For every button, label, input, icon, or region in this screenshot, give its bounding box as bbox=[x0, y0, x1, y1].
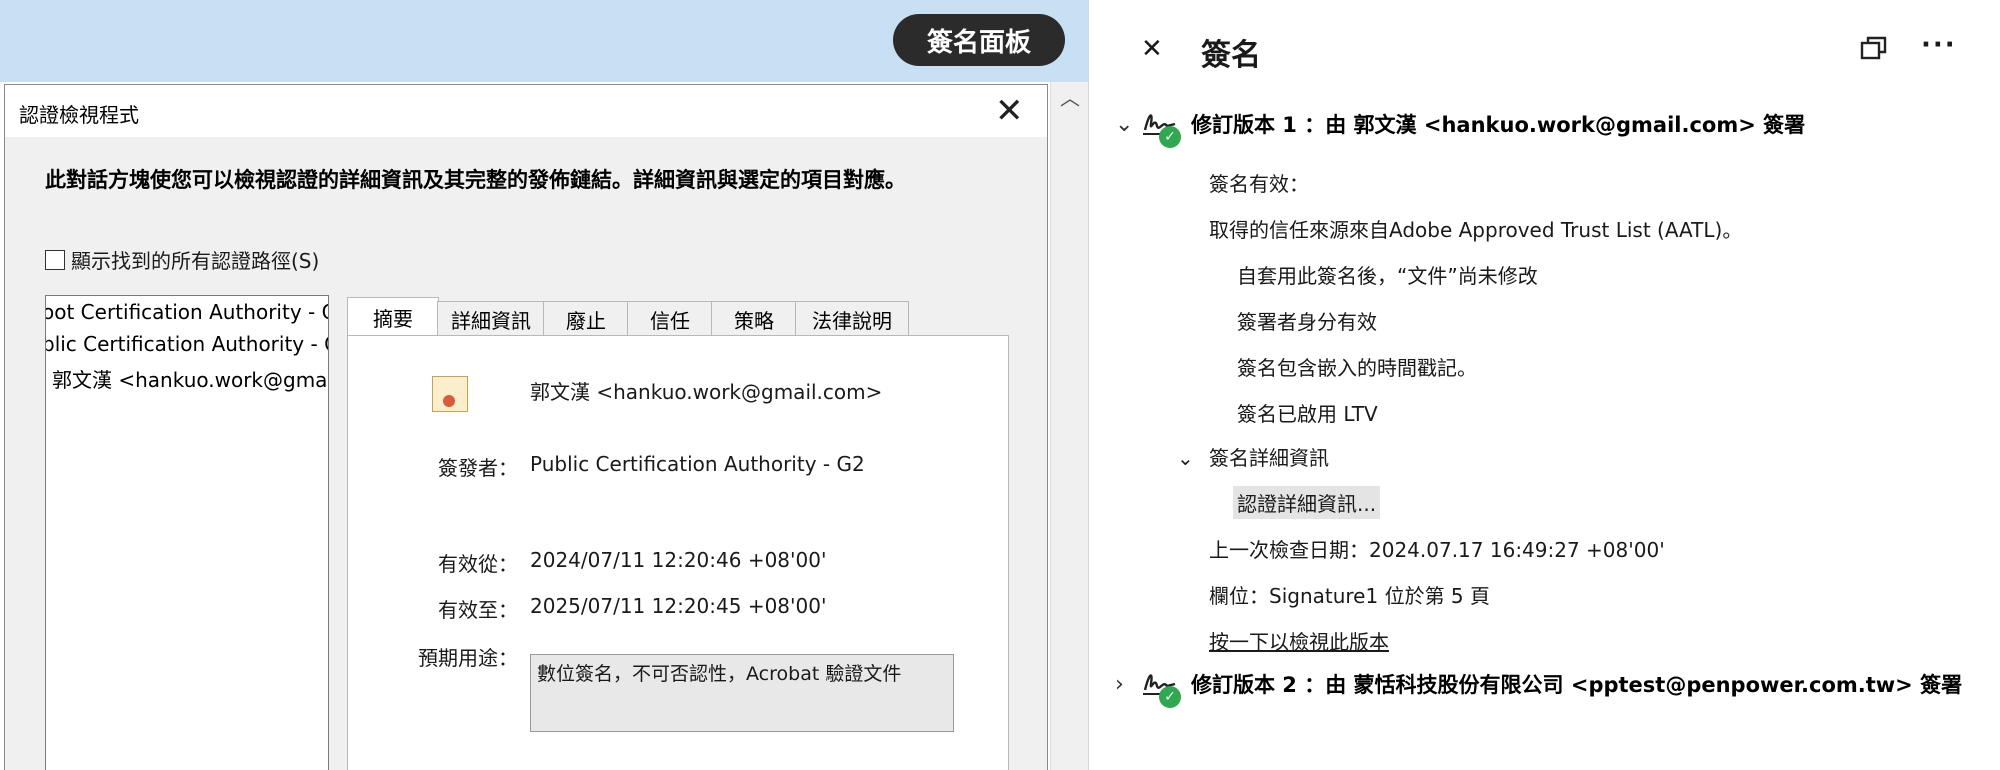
summary-panel: 郭文漢 <hankuo.work@gmail.com> 簽發者： Public … bbox=[347, 335, 1009, 770]
signature-panel-button[interactable]: 簽名面板 bbox=[893, 14, 1065, 66]
document-area: 簽名面板 ︿ 認證檢視程式 ✕ 此對話方塊使您可以檢視認證的詳細資訊及其完整的發… bbox=[0, 0, 1088, 770]
last-checked-text: 上一次檢查日期：2024.07.17 16:49:27 +08'00' bbox=[1209, 538, 1665, 562]
list-item[interactable]: 郭文漢 <hankuo.work@gma bbox=[52, 364, 327, 393]
close-icon[interactable]: ✕ bbox=[995, 91, 1024, 131]
tab-revocation[interactable]: 廢止 bbox=[543, 301, 629, 336]
signer-identity-text: 簽署者身分有效 bbox=[1237, 310, 1377, 334]
valid-from-value: 2024/07/11 12:20:46 +08'00' bbox=[530, 548, 827, 572]
certificate-subject: 郭文漢 <hankuo.work@gmail.com> bbox=[530, 380, 883, 404]
signature-valid-icon: ✓ bbox=[1141, 664, 1181, 708]
dialog-title: 認證檢視程式 bbox=[19, 103, 139, 127]
vertical-scrollbar[interactable] bbox=[1050, 82, 1088, 770]
view-version-link[interactable]: 按一下以檢視此版本 bbox=[1209, 626, 1389, 655]
signature-panel: ✕ 簽名 ··· ⌄ ✓ 修訂版本 1 ：由 郭文漢 <hankuo.work@… bbox=[1089, 0, 2000, 770]
signature-details-label: 簽名詳細資訊 bbox=[1209, 446, 1329, 470]
certificate-viewer-dialog: 認證檢視程式 ✕ 此對話方塊使您可以檢視認證的詳細資訊及其完整的發佈鏈結。詳細資… bbox=[4, 84, 1048, 770]
chevron-up-icon[interactable]: ︿ bbox=[1060, 82, 1080, 111]
trust-source-text: 取得的信任來源來自Adobe Approved Trust List (AATL… bbox=[1209, 218, 1743, 242]
signature-details-toggle[interactable]: ⌄ 簽名詳細資訊 bbox=[1177, 442, 1329, 471]
dialog-description: 此對話方塊使您可以檢視認證的詳細資訊及其完整的發佈鏈結。詳細資訊與選定的項目對應… bbox=[45, 168, 906, 192]
issuer-label: 簽發者： bbox=[438, 456, 518, 480]
intended-usage-label: 預期用途： bbox=[418, 646, 518, 670]
tab-details[interactable]: 詳細資訊 bbox=[437, 301, 545, 336]
checkbox-box[interactable] bbox=[45, 249, 65, 270]
valid-to-value: 2025/07/11 12:20:45 +08'00' bbox=[530, 594, 827, 618]
signature-valid-text: 簽名有效： bbox=[1209, 172, 1309, 196]
show-all-paths-checkbox[interactable]: 顯示找到的所有認證路徑(S) bbox=[45, 245, 319, 274]
intended-usage-field: 數位簽名，不可否認性，Acrobat 驗證文件 bbox=[530, 654, 954, 732]
certificate-path-list[interactable]: oot Certification Authority - G blic Cer… bbox=[45, 295, 329, 770]
ltv-enabled-text: 簽名已啟用 LTV bbox=[1237, 402, 1378, 426]
dialog-titlebar: 認證檢視程式 ✕ bbox=[5, 85, 1047, 137]
list-item[interactable]: oot Certification Authority - G bbox=[46, 300, 328, 324]
chevron-right-icon[interactable]: › bbox=[1115, 672, 1141, 697]
issuer-value: Public Certification Authority - G2 bbox=[530, 452, 865, 476]
field-location-text: 欄位：Signature1 位於第 5 頁 bbox=[1209, 584, 1491, 608]
tab-summary[interactable]: 摘要 bbox=[347, 297, 439, 337]
document-unmodified-text: 自套用此簽名後，“文件”尚未修改 bbox=[1237, 264, 1538, 288]
list-item[interactable]: blic Certification Authority - G bbox=[46, 332, 328, 356]
check-icon: ✓ bbox=[1159, 686, 1181, 708]
certificate-details-button[interactable]: 認證詳細資訊... bbox=[1233, 486, 1381, 519]
close-icon[interactable]: ✕ bbox=[1141, 34, 1163, 64]
revision-2-row[interactable]: › ✓ 修訂版本 2 ：由 蒙恬科技股份有限公司 <pptest@penpowe… bbox=[1115, 664, 1963, 708]
chevron-down-icon[interactable]: ⌄ bbox=[1177, 446, 1209, 470]
revision-1-title: 修訂版本 1 ：由 郭文漢 <hankuo.work@gmail.com> 簽署 bbox=[1191, 113, 1806, 137]
open-window-icon[interactable] bbox=[1859, 34, 1889, 64]
tab-trust[interactable]: 信任 bbox=[627, 301, 713, 336]
revision-2-title: 修訂版本 2 ：由 蒙恬科技股份有限公司 <pptest@penpower.co… bbox=[1191, 673, 1963, 697]
checkbox-label: 顯示找到的所有認證路徑(S) bbox=[71, 249, 320, 273]
timestamp-text: 簽名包含嵌入的時間戳記。 bbox=[1237, 356, 1477, 380]
check-icon: ✓ bbox=[1159, 126, 1181, 148]
more-options-icon[interactable]: ··· bbox=[1921, 30, 1957, 60]
signature-valid-icon: ✓ bbox=[1141, 104, 1181, 148]
revision-1-row[interactable]: ⌄ ✓ 修訂版本 1 ：由 郭文漢 <hankuo.work@gmail.com… bbox=[1115, 104, 1806, 148]
certificate-icon bbox=[432, 376, 468, 412]
panel-title: 簽名 bbox=[1201, 38, 1261, 73]
chevron-down-icon[interactable]: ⌄ bbox=[1115, 112, 1141, 137]
tab-policies[interactable]: 策略 bbox=[711, 301, 797, 336]
tab-legal-notice[interactable]: 法律說明 bbox=[795, 301, 909, 336]
valid-to-label: 有效至： bbox=[438, 598, 518, 622]
valid-from-label: 有效從： bbox=[438, 552, 518, 576]
